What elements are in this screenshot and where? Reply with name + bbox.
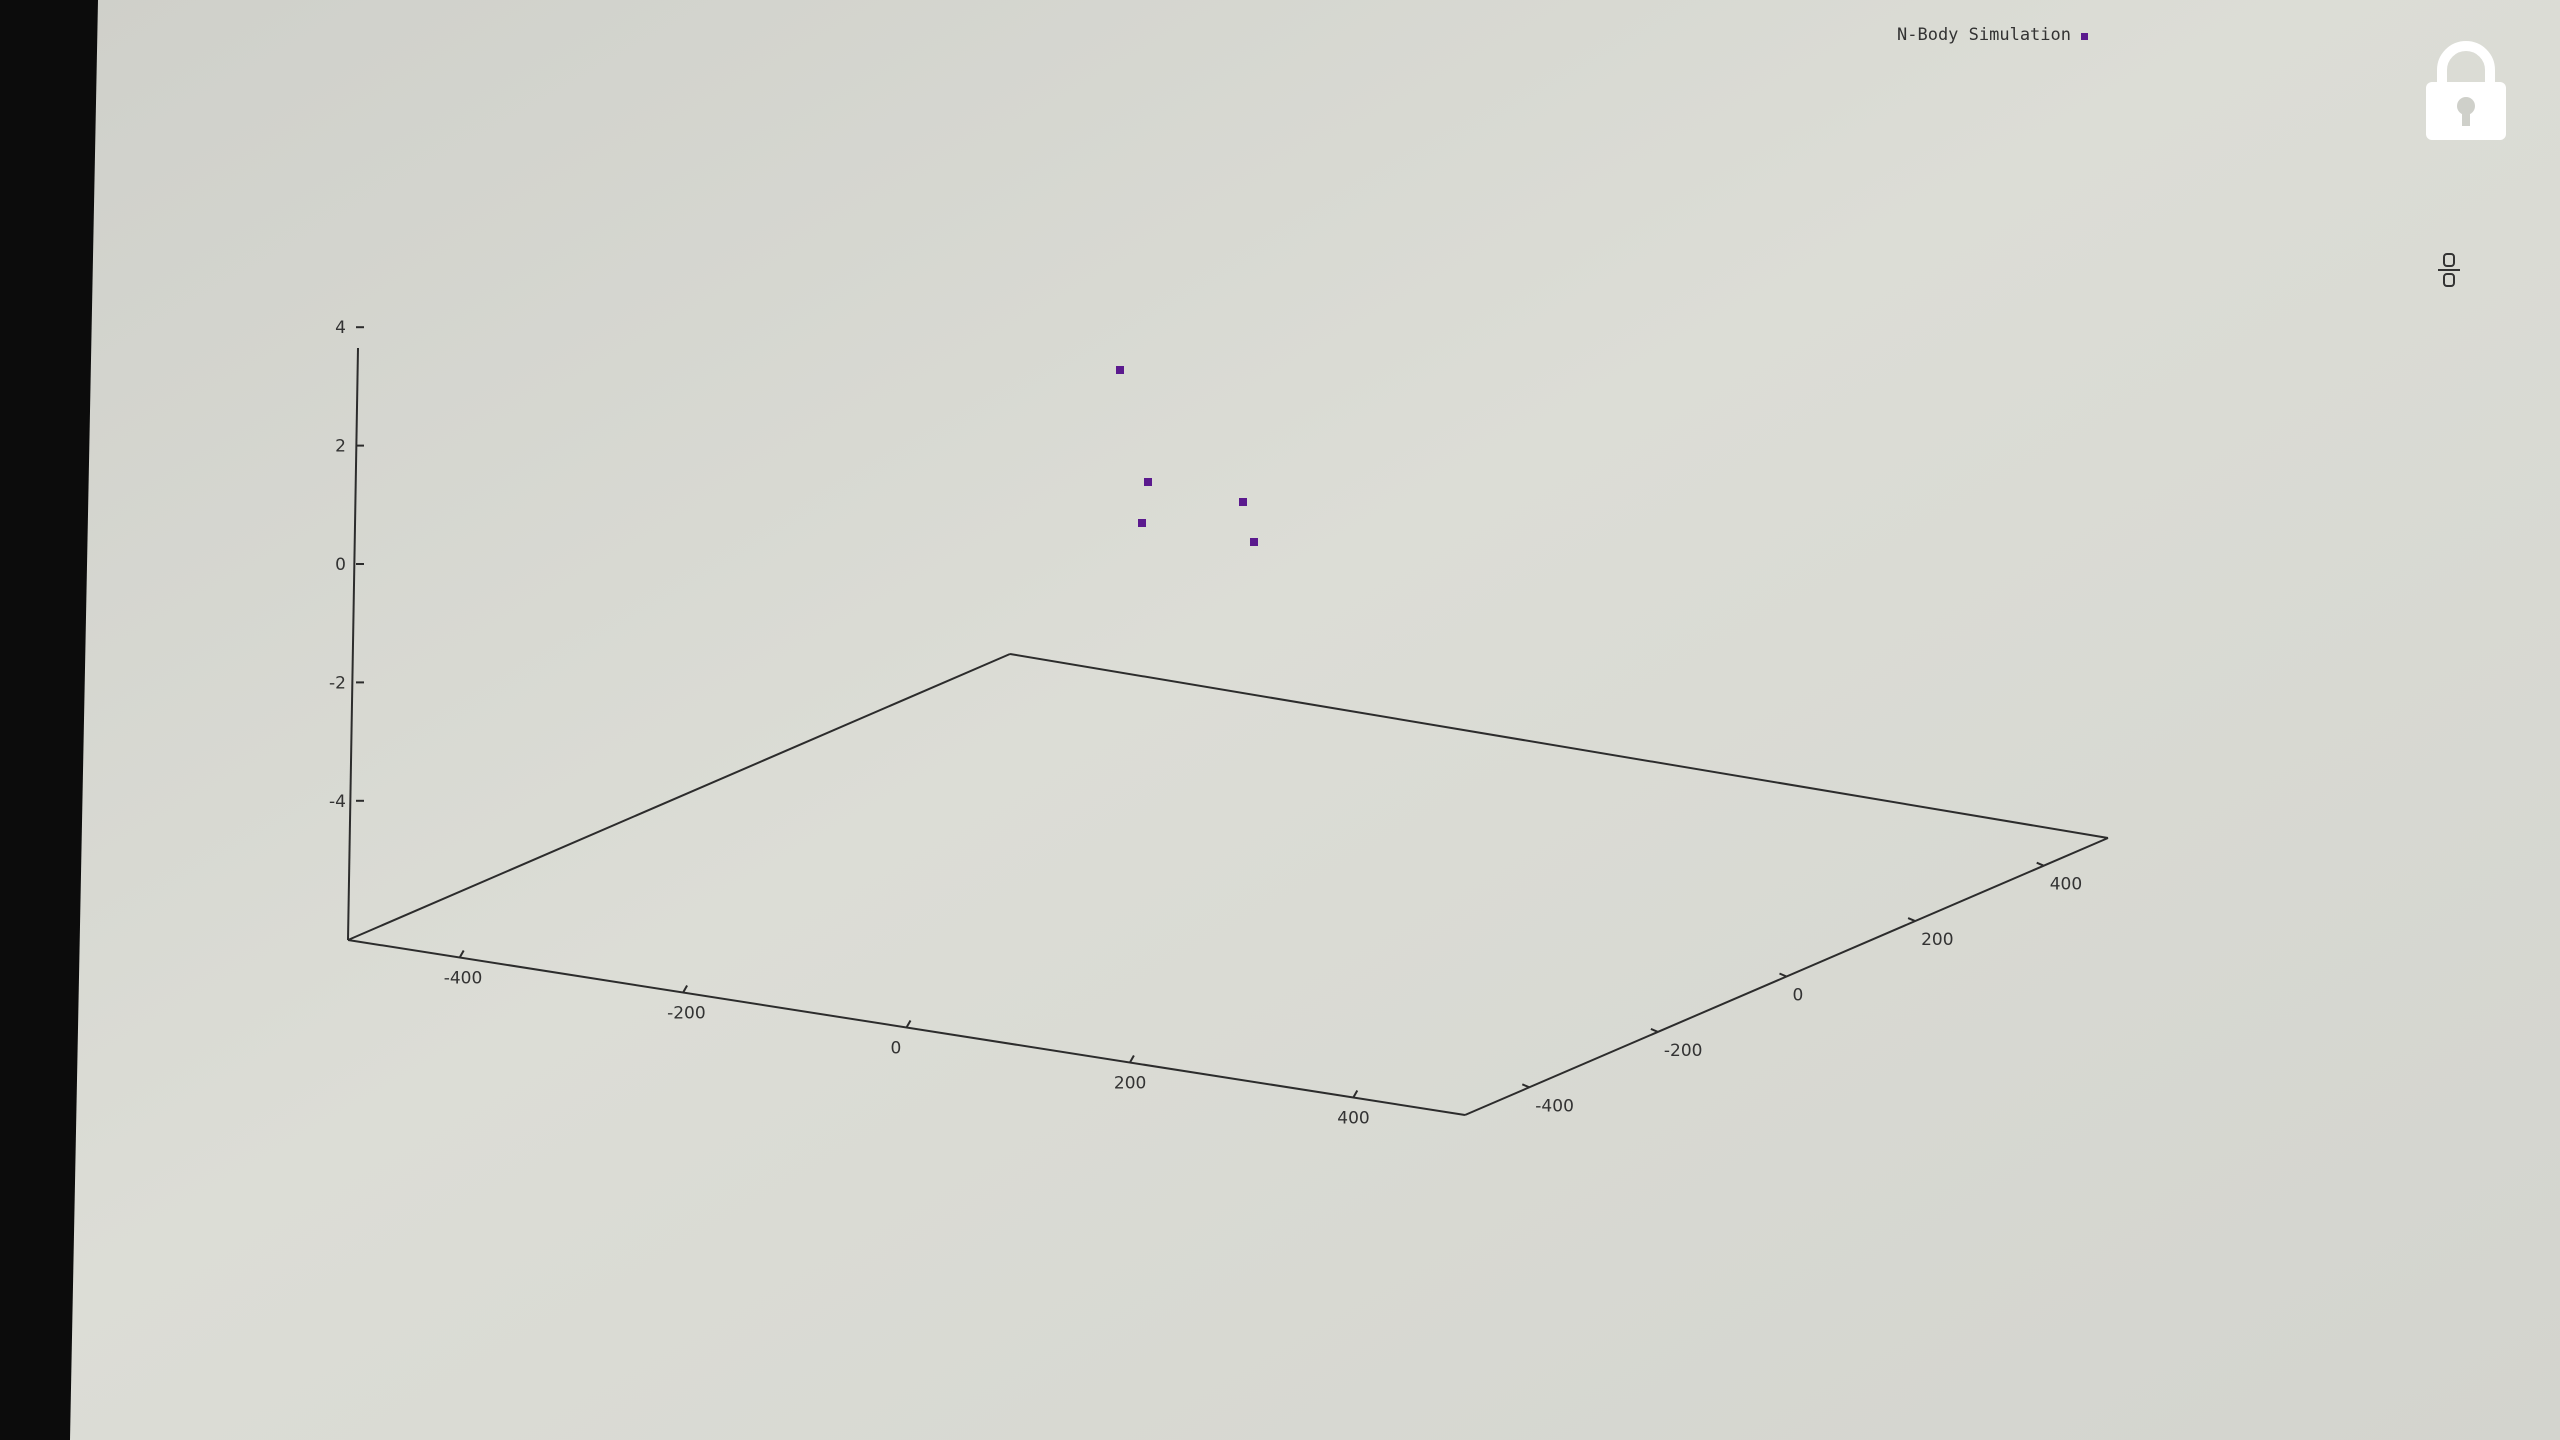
data-point — [1239, 498, 1247, 506]
y-tick-label: 400 — [2050, 875, 2082, 895]
z-tick-label: 0 — [335, 555, 346, 575]
lock-icon[interactable] — [2418, 36, 2514, 146]
plot-window — [70, 0, 2560, 1440]
y-tick-label: 200 — [1921, 930, 1953, 950]
x-tick-label: 400 — [1337, 1109, 1369, 1129]
data-point — [1144, 478, 1152, 486]
y-tick-label: -200 — [1664, 1041, 1703, 1061]
data-point — [1138, 519, 1146, 527]
screen: N-Body Simulation -400-2000200400-400-20… — [70, 0, 2560, 1440]
data-point — [1250, 538, 1258, 546]
x-tick-label: -400 — [444, 969, 483, 989]
y-tick-label: -400 — [1535, 1096, 1574, 1116]
data-point — [1116, 366, 1124, 374]
x-tick-label: 200 — [1114, 1074, 1146, 1094]
legend-label: N-Body Simulation — [1897, 25, 2071, 45]
divide-icon[interactable] — [2436, 248, 2462, 292]
z-tick-label: -4 — [329, 792, 346, 812]
z-tick-label: 4 — [335, 318, 346, 338]
legend-marker — [2081, 33, 2088, 40]
x-tick-label: 0 — [891, 1039, 902, 1059]
x-tick-label: -200 — [667, 1004, 706, 1024]
y-tick-label: 0 — [1793, 986, 1804, 1006]
z-tick-label: -2 — [329, 673, 346, 693]
z-tick-label: 2 — [335, 437, 346, 457]
